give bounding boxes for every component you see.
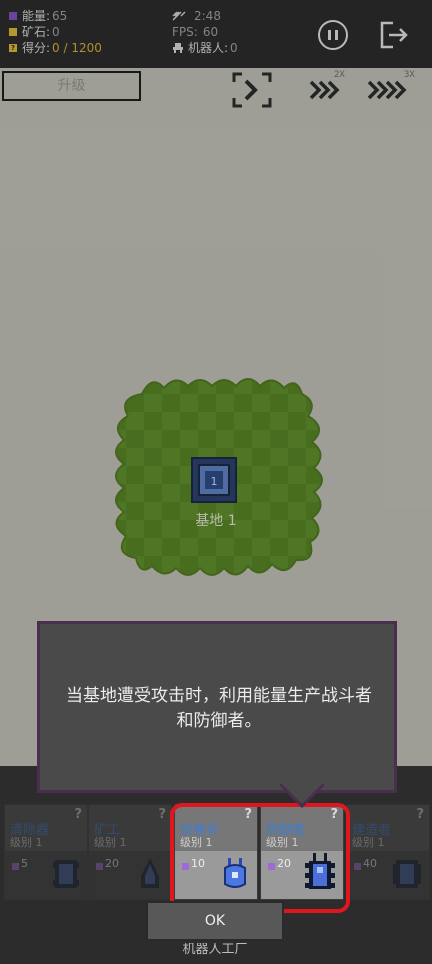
unit-card-miner[interactable]: ? 矿工 级别 1 20 xyxy=(88,804,172,900)
unit-cost-value: 20 xyxy=(105,857,119,870)
sweeper-robot-icon xyxy=(53,860,79,888)
tutorial-highlight-frame xyxy=(170,803,350,913)
energy-icon xyxy=(12,863,19,870)
unit-level: 级别 1 xyxy=(10,836,43,849)
help-icon[interactable]: ? xyxy=(74,807,82,822)
energy-icon xyxy=(354,863,361,870)
unit-card-builder[interactable]: ? 建造者 级别 1 40 xyxy=(346,804,430,900)
builder-robot-icon xyxy=(393,860,421,888)
unit-cost: 20 xyxy=(89,851,171,899)
unit-cost: 40 xyxy=(347,851,429,899)
factory-title-label: 机器人工厂 xyxy=(182,943,248,957)
help-icon[interactable]: ? xyxy=(416,807,424,822)
tooltip-text: 当基地遭受攻击时，利用能量生产战斗者和防御者。 xyxy=(66,686,372,731)
unit-card-sweeper[interactable]: ? 清除器 级别 1 5 xyxy=(4,804,88,900)
unit-level: 级别 1 xyxy=(352,836,385,849)
ok-button[interactable]: OK xyxy=(146,901,284,941)
miner-robot-icon xyxy=(141,858,159,888)
unit-cost-value: 40 xyxy=(363,857,377,870)
tutorial-tooltip: 当基地遭受攻击时，利用能量生产战斗者和防御者。 xyxy=(37,621,397,793)
unit-level: 级别 1 xyxy=(94,836,127,849)
tooltip-pointer xyxy=(280,784,324,808)
unit-cost-value: 5 xyxy=(21,857,28,870)
unit-cost: 5 xyxy=(5,851,87,899)
energy-icon xyxy=(96,863,103,870)
help-icon[interactable]: ? xyxy=(158,807,166,822)
